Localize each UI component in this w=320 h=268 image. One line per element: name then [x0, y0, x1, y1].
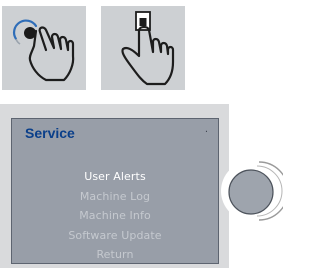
- menu-item-user-alerts[interactable]: User Alerts: [12, 167, 218, 187]
- rotary-knob-icon[interactable]: [219, 159, 283, 223]
- menu-item-software-update[interactable]: Software Update: [12, 226, 218, 246]
- screen-title: Service: [25, 125, 75, 141]
- menu-item-return[interactable]: Return: [12, 245, 218, 265]
- display-screen: Service . User Alerts Machine Log Machin…: [11, 118, 219, 264]
- service-menu: User Alerts Machine Log Machine Info Sof…: [12, 167, 218, 265]
- rotate-gesture-tile: [2, 6, 86, 90]
- screen-indicator: .: [204, 124, 208, 135]
- rotate-gesture-icon: [13, 19, 75, 82]
- menu-item-machine-log[interactable]: Machine Log: [12, 187, 218, 207]
- menu-item-machine-info[interactable]: Machine Info: [12, 206, 218, 226]
- press-gesture-icon: [121, 11, 175, 86]
- press-gesture-tile: [101, 6, 185, 90]
